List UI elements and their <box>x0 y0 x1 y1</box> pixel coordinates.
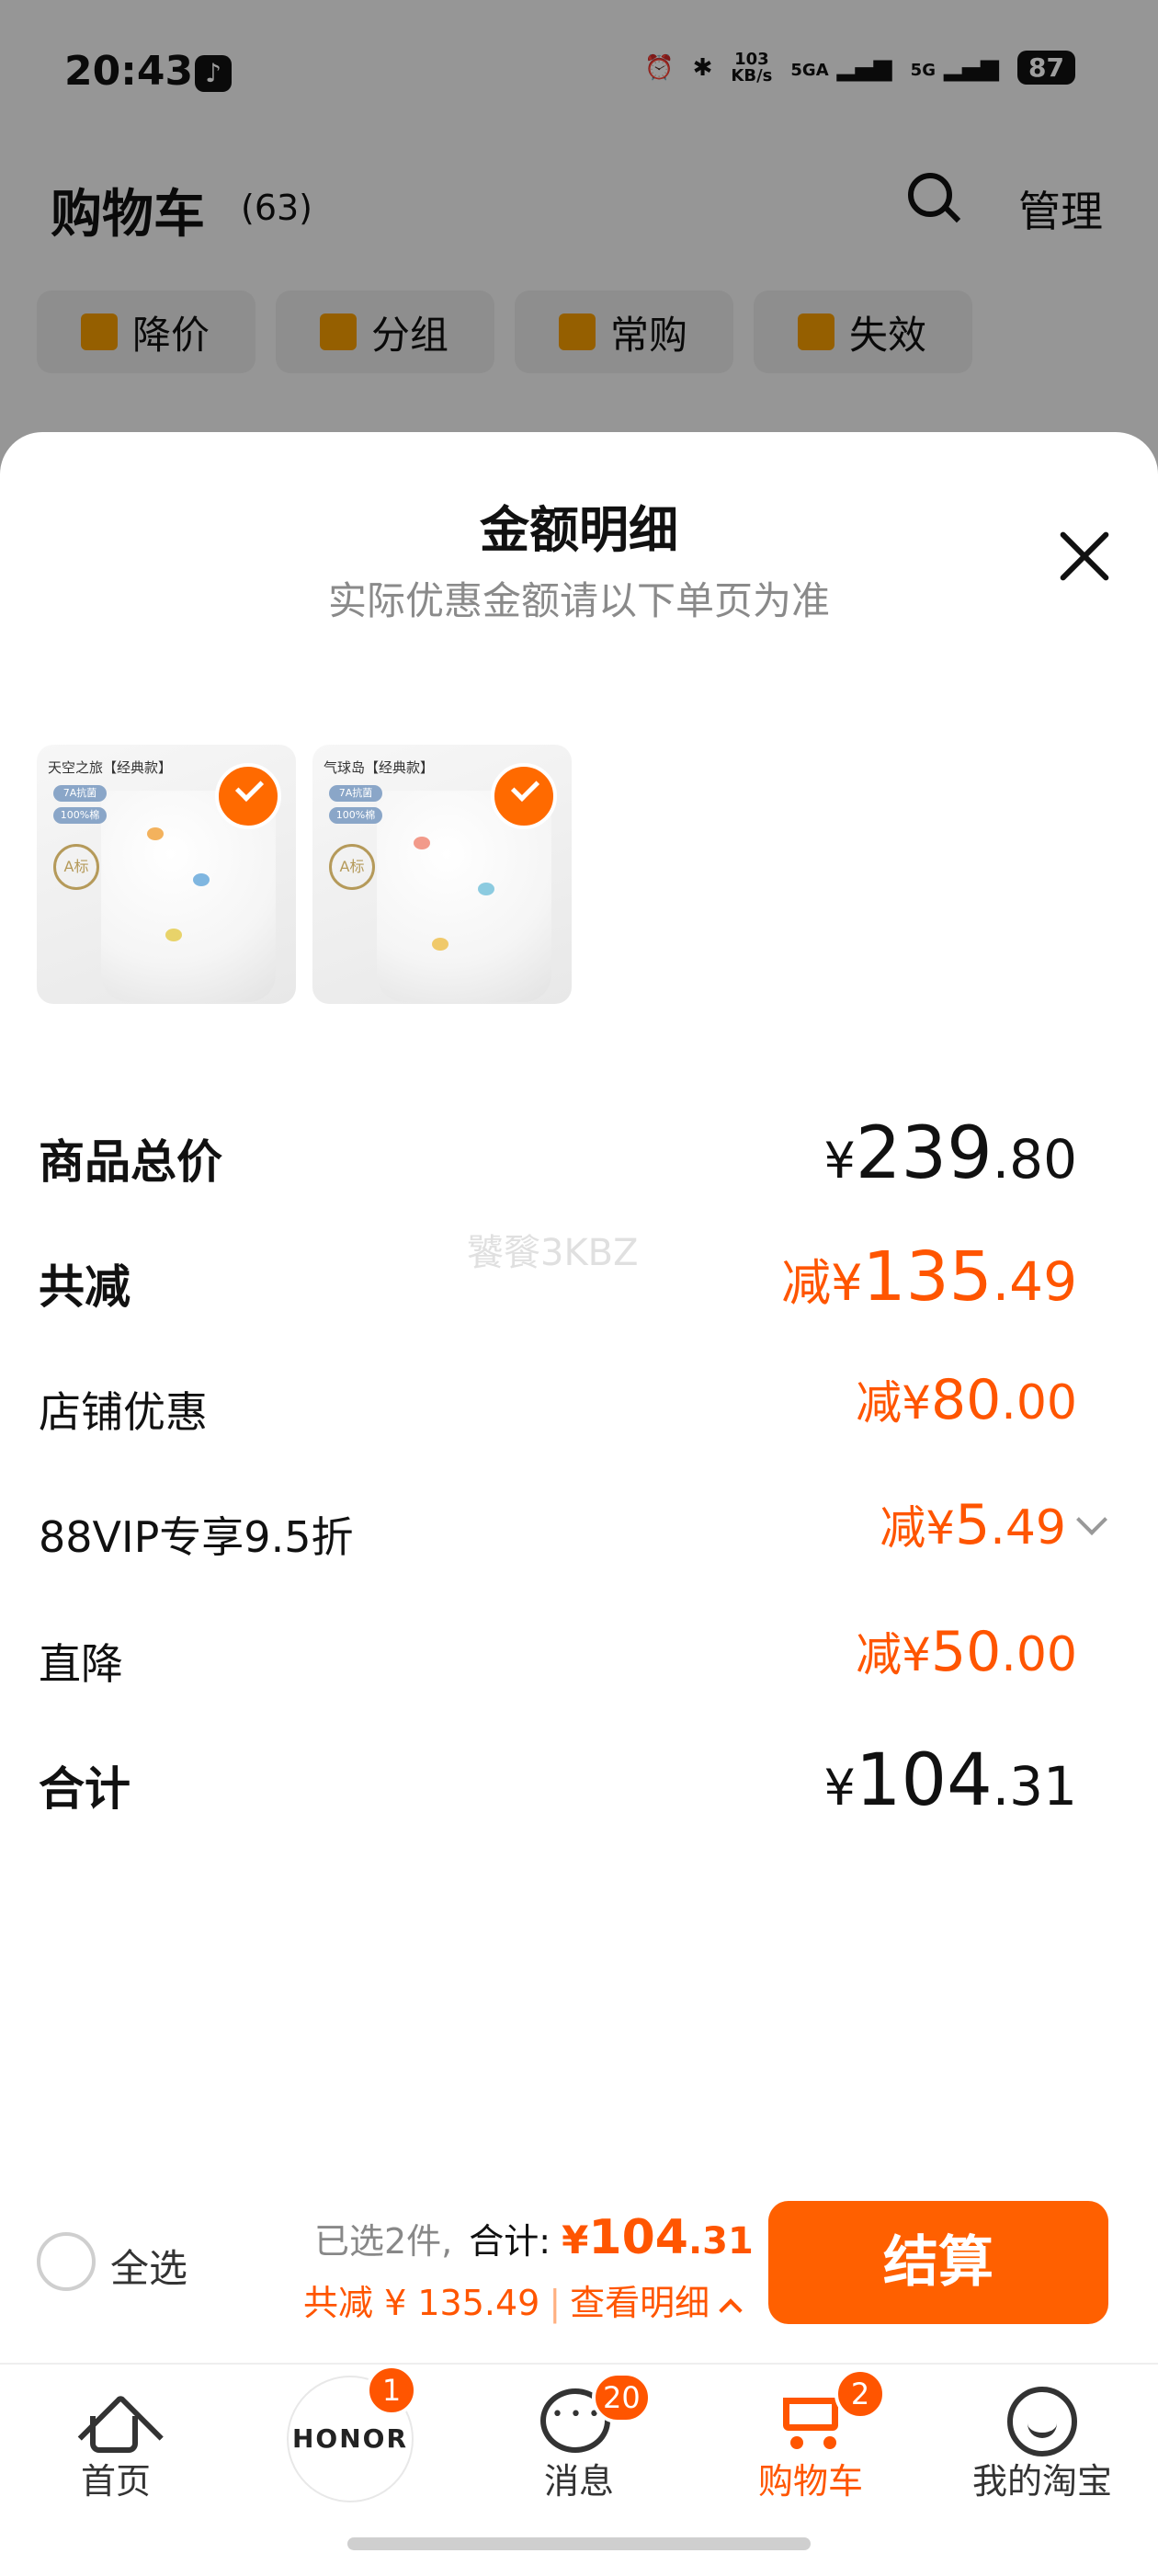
row-direct-discount: 直降 减¥50.00 <box>39 1618 1077 1692</box>
home-indicator[interactable] <box>347 2537 811 2550</box>
value-int: 80 <box>930 1368 1002 1432</box>
sheet-subtitle: 实际优惠金额请以下单页为准 <box>327 578 830 623</box>
row-label: 直降 <box>39 1639 123 1689</box>
value-int: 239 <box>855 1112 993 1195</box>
chevron-down-icon[interactable] <box>1076 1504 1107 1535</box>
checkout-button[interactable]: 结算 <box>768 2201 1108 2324</box>
currency-symbol: ¥ <box>562 2217 589 2263</box>
row-goods-total: 商品总价 ¥239.80 <box>39 1112 1077 1195</box>
tab-label: 我的淘宝 <box>971 2461 1112 2502</box>
tab-honor[interactable]: HONOR 1 <box>232 2365 463 2548</box>
total-dec: .31 <box>687 2220 754 2263</box>
discount-prefix: 减¥ <box>856 1376 931 1430</box>
divider: | <box>549 2283 562 2323</box>
discount-prefix: 减¥ <box>781 1254 863 1312</box>
product-pill: 100%棉 <box>53 807 107 824</box>
total-label: 合计: <box>469 2221 551 2262</box>
value-int: 135 <box>862 1237 993 1316</box>
selected-check-icon[interactable] <box>491 763 557 829</box>
tab-messages[interactable]: 20 消息 <box>463 2365 695 2548</box>
row-label: 88VIP专享9.5折 <box>39 1512 354 1562</box>
row-label: 店铺优惠 <box>39 1387 208 1437</box>
a-grade-badge: A标 <box>53 844 99 890</box>
currency-symbol: ¥ <box>823 1132 856 1190</box>
value-dec: .00 <box>1001 1375 1077 1430</box>
value-dec: .80 <box>992 1128 1077 1191</box>
product-pill: 7A抗菌 <box>329 785 382 802</box>
row-value: 减¥5.49 <box>880 1491 1107 1557</box>
tab-cart[interactable]: 2 购物车 <box>695 2365 926 2548</box>
row-value: 减¥80.00 <box>856 1366 1077 1432</box>
total-int: 104 <box>588 2210 688 2265</box>
row-label: 商品总价 <box>39 1135 222 1189</box>
value-int: 50 <box>930 1620 1002 1684</box>
value-dec: .49 <box>990 1500 1066 1556</box>
selected-count: 已选2件, <box>314 2221 453 2262</box>
cart-wheel <box>790 2436 803 2449</box>
notification-badge: 20 <box>592 2372 652 2423</box>
currency-symbol: ¥ <box>823 1759 856 1817</box>
value-dec: .49 <box>992 1250 1077 1313</box>
a-grade-badge: A标 <box>329 844 375 890</box>
checkout-bar: 全选 已选2件, 合计: ¥104.31 共减 ¥ 135.49 | 查看明细 结算 <box>0 2179 1158 2354</box>
value-dec: .31 <box>992 1755 1077 1818</box>
product-tag: 气球岛【经典款】 <box>324 759 435 776</box>
cart-basket <box>783 2398 838 2431</box>
tab-label: 购物车 <box>757 2461 863 2502</box>
pattern-dot <box>478 883 494 895</box>
notification-badge: 2 <box>834 2368 886 2420</box>
pattern-dot <box>414 837 430 849</box>
row-vip-discount[interactable]: 88VIP专享9.5折 减¥5.49 <box>39 1491 1107 1565</box>
product-tag: 天空之旅【经典款】 <box>48 759 173 776</box>
pattern-dot <box>193 873 210 886</box>
row-shop-discount: 店铺优惠 减¥80.00 <box>39 1366 1077 1440</box>
product-pill: 100%棉 <box>329 807 382 824</box>
pattern-dot <box>147 827 164 840</box>
value-dec: .00 <box>1001 1627 1077 1682</box>
cart-wheel <box>823 2436 836 2449</box>
row-sum: 合计 ¥104.31 <box>39 1739 1077 1822</box>
discount-prefix: 减¥ <box>880 1501 956 1555</box>
row-label: 合计 <box>39 1762 131 1816</box>
product-thumbnail[interactable]: 天空之旅【经典款】 7A抗菌 100%棉 A标 <box>37 745 296 1004</box>
tab-label: 首页 <box>80 2461 151 2502</box>
row-total-discount: 共减 减¥135.49 <box>39 1237 1077 1316</box>
smile-icon <box>1007 2387 1077 2456</box>
notification-badge: 1 <box>366 2365 417 2416</box>
row-value: ¥239.80 <box>824 1112 1078 1195</box>
chevron-up-icon[interactable] <box>719 2298 743 2322</box>
row-value: 减¥135.49 <box>781 1237 1077 1316</box>
select-all-label[interactable]: 全选 <box>110 2238 187 2294</box>
total-discount-text: 共减 ¥ 135.49 <box>303 2283 540 2323</box>
cart-icon <box>770 2392 844 2449</box>
row-value: 减¥50.00 <box>856 1618 1077 1684</box>
checkout-summary: 已选2件, 合计: ¥104.31 <box>314 2210 754 2265</box>
close-icon[interactable] <box>1057 529 1112 584</box>
product-thumbnail[interactable]: 气球岛【经典款】 7A抗菌 100%棉 A标 <box>312 745 572 1004</box>
select-all-radio[interactable] <box>37 2232 96 2291</box>
row-label: 共减 <box>39 1260 131 1314</box>
tab-label: 消息 <box>543 2461 614 2502</box>
home-icon-body <box>90 2416 138 2453</box>
home-icon <box>77 2387 164 2480</box>
value-int: 104 <box>855 1739 993 1822</box>
view-detail-link[interactable]: 查看明细 <box>570 2283 710 2323</box>
tab-home[interactable]: 首页 <box>0 2365 232 2548</box>
selected-check-icon[interactable] <box>215 763 281 829</box>
pattern-dot <box>432 938 448 951</box>
sheet-title: 金额明细 <box>480 501 678 559</box>
tab-my-taobao[interactable]: 我的淘宝 <box>926 2365 1158 2548</box>
product-pill: 7A抗菌 <box>53 785 107 802</box>
discount-prefix: 减¥ <box>856 1628 931 1681</box>
pattern-dot <box>165 929 182 941</box>
value-int: 5 <box>955 1493 991 1557</box>
row-value: ¥104.31 <box>824 1739 1078 1822</box>
checkout-discount-line[interactable]: 共减 ¥ 135.49 | 查看明细 <box>303 2274 743 2325</box>
